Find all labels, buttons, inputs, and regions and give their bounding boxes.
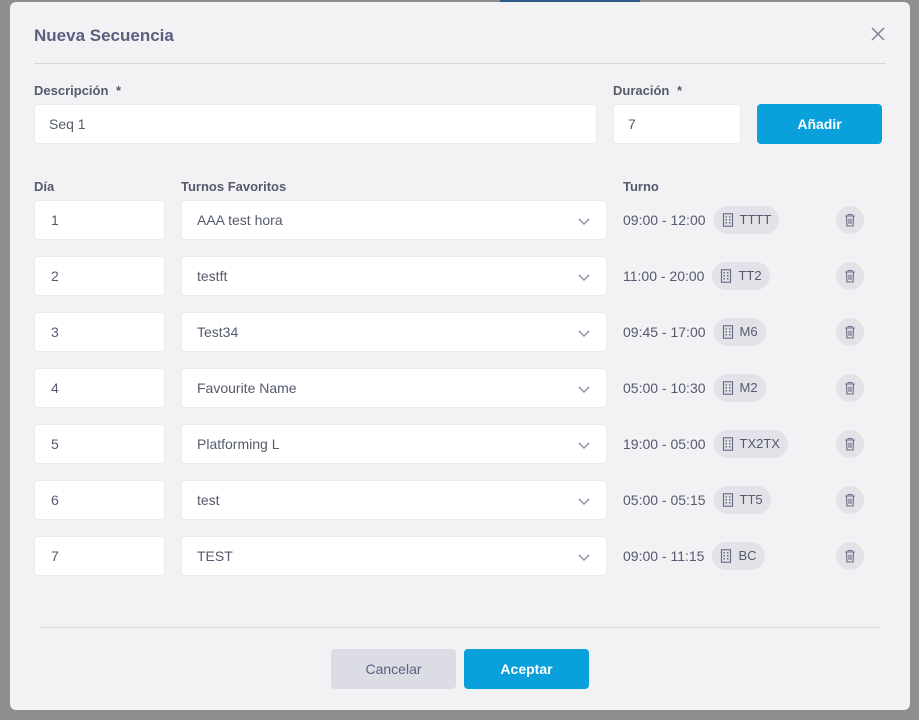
sequence-row-6: 6 test 05:00 - 05:15 TT5	[10, 480, 910, 520]
building-icon	[722, 325, 733, 339]
favorite-shift-select[interactable]: Favourite Name	[181, 368, 607, 408]
sequence-row-2: 2 testft 11:00 - 20:00 TT2	[10, 256, 910, 296]
day-input[interactable]: 7	[34, 536, 165, 576]
trash-icon	[845, 549, 855, 563]
trash-icon	[845, 493, 855, 507]
shift-code-badge: M2	[713, 374, 766, 402]
shift-code-badge: TT5	[713, 486, 771, 514]
modal-header: Nueva Secuencia	[34, 2, 886, 64]
day-input[interactable]: 1	[34, 200, 165, 240]
shift-time: 09:00 - 12:00	[623, 212, 706, 228]
shift-code: TX2TX	[739, 436, 780, 451]
sequence-row-4: 4 Favourite Name 05:00 - 10:30 M2	[10, 368, 910, 408]
shift-code-badge: TT2	[712, 262, 770, 290]
favorite-shift-select[interactable]: testft	[181, 256, 607, 296]
building-icon	[721, 269, 732, 283]
sequence-row-5: 5 Platforming L 19:00 - 05:00 TX2TX	[10, 424, 910, 464]
shift-code: BC	[738, 548, 757, 563]
duracion-label-text: Duración	[613, 83, 670, 98]
trash-icon	[845, 213, 855, 227]
required-mark: *	[676, 83, 683, 98]
shift-code: M2	[739, 380, 758, 395]
chevron-down-icon	[578, 274, 590, 281]
favorite-shift-value: Test34	[197, 324, 239, 340]
add-button[interactable]: Añadir	[757, 104, 882, 144]
favorite-shift-value: test	[197, 492, 220, 508]
chevron-down-icon	[578, 498, 590, 505]
favorite-shift-value: testft	[197, 268, 228, 284]
delete-row-button[interactable]	[836, 262, 864, 290]
day-input[interactable]: 4	[34, 368, 165, 408]
favorite-shift-select[interactable]: AAA test hora	[181, 200, 607, 240]
delete-row-button[interactable]	[836, 206, 864, 234]
footer-divider	[40, 627, 880, 628]
modal-title: Nueva Secuencia	[34, 26, 174, 45]
shift-time: 05:00 - 05:15	[623, 492, 706, 508]
favorite-shift-select[interactable]: TEST	[181, 536, 607, 576]
column-header-turno: Turno	[623, 179, 659, 194]
shift-code: TTTT	[739, 212, 772, 227]
descripcion-input[interactable]	[34, 104, 597, 144]
favorite-shift-select[interactable]: Test34	[181, 312, 607, 352]
favorite-shift-value: TEST	[197, 548, 233, 564]
close-icon	[871, 27, 885, 41]
sequence-row-3: 3 Test34 09:45 - 17:00 M6	[10, 312, 910, 352]
shift-code-badge: TX2TX	[713, 430, 788, 458]
chevron-down-icon	[578, 386, 590, 393]
descripcion-label-text: Descripción	[34, 83, 109, 98]
cancel-button[interactable]: Cancelar	[331, 649, 456, 689]
building-icon	[722, 437, 733, 451]
shift-code-badge: TTTT	[713, 206, 780, 234]
trash-icon	[845, 269, 855, 283]
nueva-secuencia-modal: Nueva Secuencia Descripción * Duración *…	[10, 2, 910, 710]
delete-row-button[interactable]	[836, 430, 864, 458]
shift-code: M6	[739, 324, 758, 339]
trash-icon	[845, 325, 855, 339]
building-icon	[722, 493, 733, 507]
duracion-label: Duración *	[613, 83, 682, 98]
column-header-dia: Día	[34, 179, 55, 194]
delete-row-button[interactable]	[836, 486, 864, 514]
day-input[interactable]: 6	[34, 480, 165, 520]
building-icon	[722, 213, 733, 227]
trash-icon	[845, 381, 855, 395]
day-input[interactable]: 5	[34, 424, 165, 464]
shift-time: 09:45 - 17:00	[623, 324, 706, 340]
delete-row-button[interactable]	[836, 374, 864, 402]
chevron-down-icon	[578, 218, 590, 225]
delete-row-button[interactable]	[836, 318, 864, 346]
duracion-input[interactable]	[613, 104, 741, 144]
day-input[interactable]: 3	[34, 312, 165, 352]
chevron-down-icon	[578, 442, 590, 449]
shift-code-badge: BC	[712, 542, 765, 570]
favorite-shift-select[interactable]: Platforming L	[181, 424, 607, 464]
favorite-shift-value: Favourite Name	[197, 380, 297, 396]
trash-icon	[845, 437, 855, 451]
required-mark: *	[116, 83, 122, 98]
delete-row-button[interactable]	[836, 542, 864, 570]
shift-time: 05:00 - 10:30	[623, 380, 706, 396]
close-button[interactable]	[870, 26, 886, 42]
shift-time: 11:00 - 20:00	[623, 268, 705, 284]
shift-time: 19:00 - 05:00	[623, 436, 706, 452]
chevron-down-icon	[578, 554, 590, 561]
shift-code: TT5	[739, 492, 763, 507]
favorite-shift-select[interactable]: test	[181, 480, 607, 520]
accept-button[interactable]: Aceptar	[464, 649, 589, 689]
building-icon	[721, 549, 732, 563]
sequence-row-1: 1 AAA test hora 09:00 - 12:00 TTTT	[10, 200, 910, 240]
shift-time: 09:00 - 11:15	[623, 548, 705, 564]
favorite-shift-value: Platforming L	[197, 436, 280, 452]
sequence-row-7: 7 TEST 09:00 - 11:15 BC	[10, 536, 910, 576]
column-header-turnos-favoritos: Turnos Favoritos	[181, 179, 287, 194]
shift-code-badge: M6	[713, 318, 766, 346]
day-input[interactable]: 2	[34, 256, 165, 296]
building-icon	[722, 381, 733, 395]
favorite-shift-value: AAA test hora	[197, 212, 283, 228]
shift-code: TT2	[738, 268, 762, 283]
chevron-down-icon	[578, 330, 590, 337]
descripcion-label: Descripción *	[34, 83, 121, 98]
